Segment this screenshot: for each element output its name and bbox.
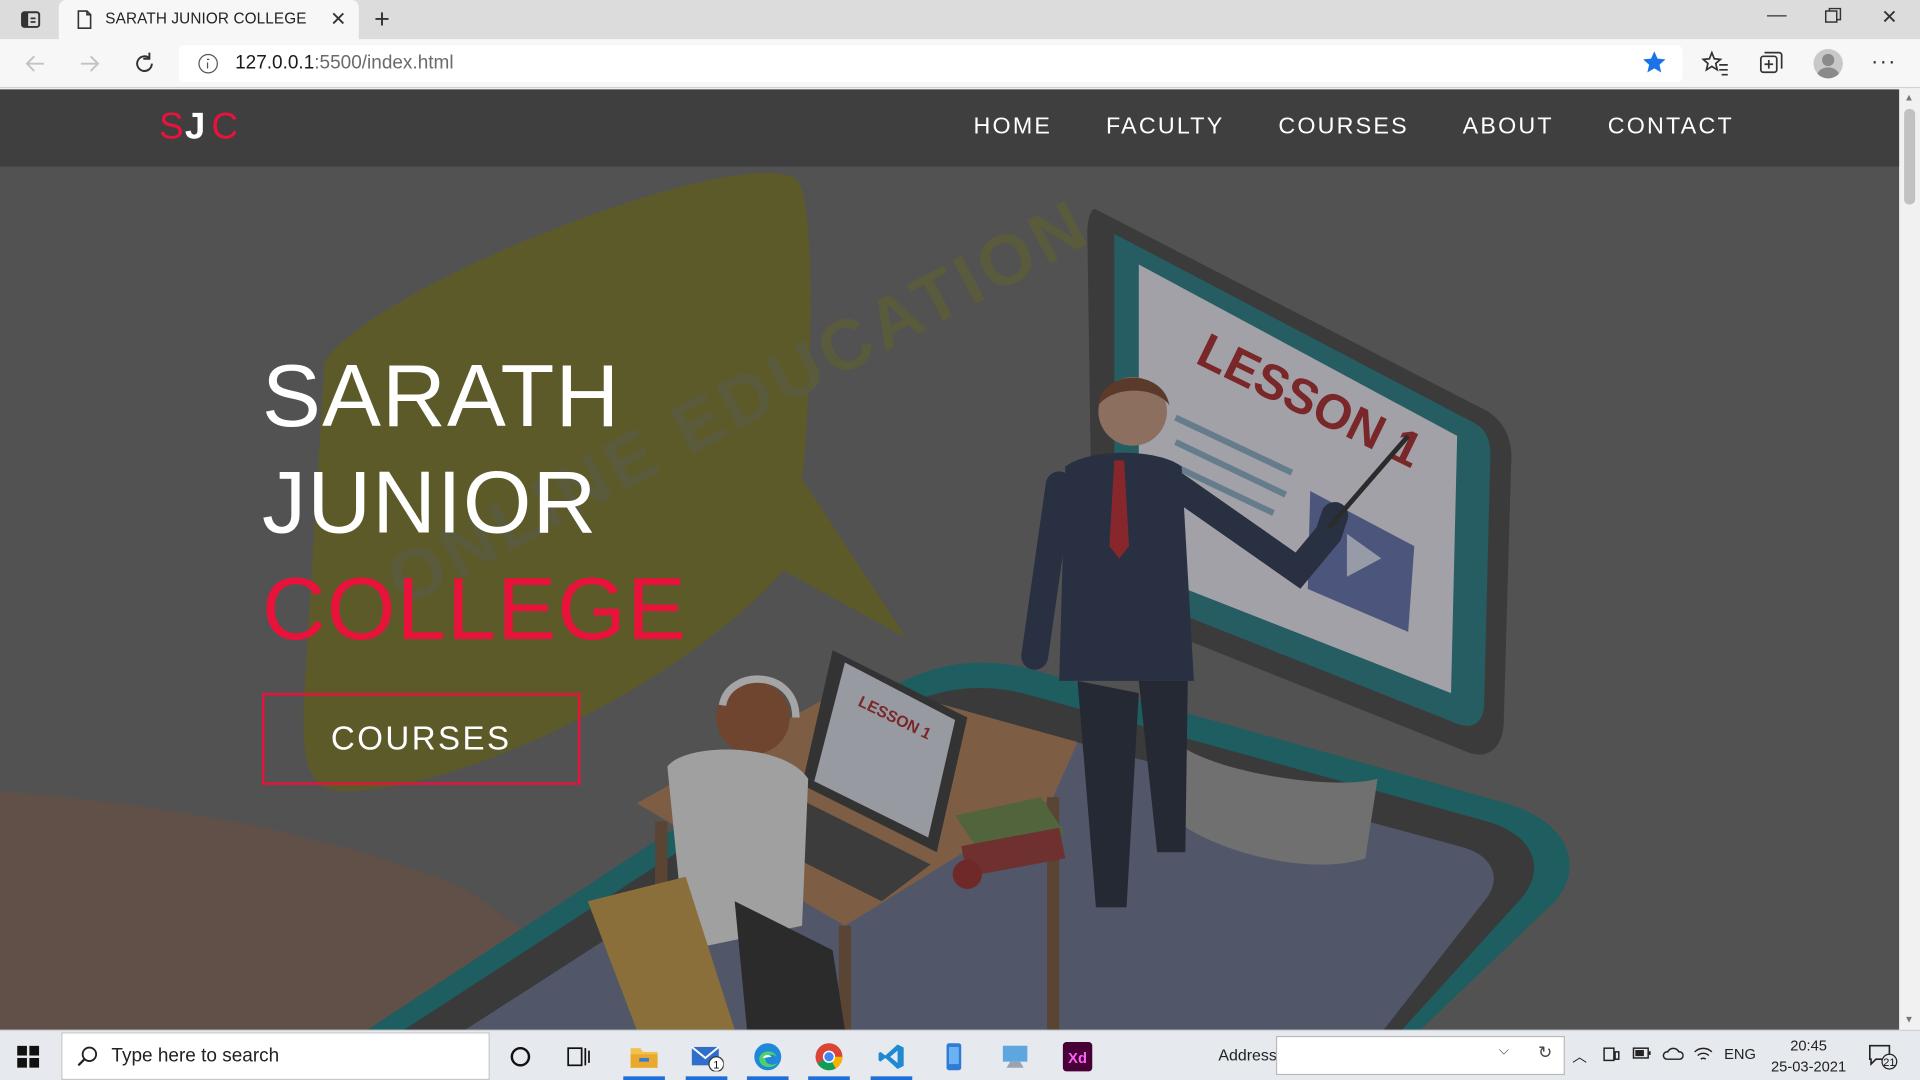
phone-icon[interactable] bbox=[926, 1032, 982, 1080]
site-logo[interactable]: SJ C bbox=[159, 107, 239, 149]
chrome-icon[interactable] bbox=[801, 1032, 857, 1080]
nav-about[interactable]: ABOUT bbox=[1463, 114, 1554, 141]
page-viewport: SJ C HOME FACULTY COURSES ABOUT CONTACT O… bbox=[0, 89, 1900, 1030]
browser-toolbar: 127.0.0.1:5500/index.html ··· bbox=[0, 39, 1920, 89]
document-icon bbox=[76, 10, 93, 36]
more-options-icon[interactable]: ··· bbox=[1871, 49, 1897, 75]
windows-start-icon[interactable] bbox=[17, 1045, 40, 1068]
wifi-icon[interactable] bbox=[1693, 1046, 1713, 1067]
profile-avatar-icon[interactable] bbox=[1813, 48, 1843, 79]
search-icon bbox=[77, 1046, 99, 1074]
svg-text:Xd: Xd bbox=[1068, 1050, 1087, 1066]
hero-title-line2: JUNIOR bbox=[262, 454, 598, 553]
site-info-icon[interactable] bbox=[198, 53, 218, 74]
show-hidden-icons-icon[interactable]: ︿ bbox=[1572, 1046, 1587, 1067]
scroll-up-icon[interactable]: ▲ bbox=[1904, 92, 1914, 103]
forward-icon[interactable] bbox=[76, 50, 103, 77]
remote-desktop-icon[interactable] bbox=[987, 1032, 1043, 1080]
nav-courses[interactable]: COURSES bbox=[1278, 114, 1408, 141]
restore-icon[interactable] bbox=[1805, 5, 1861, 31]
mail-icon[interactable]: 1 bbox=[678, 1032, 734, 1080]
nav-home[interactable]: HOME bbox=[974, 114, 1053, 141]
hero-title: SARATH JUNIOR COLLEGE bbox=[262, 344, 687, 664]
language-indicator[interactable]: ENG bbox=[1724, 1046, 1756, 1063]
refresh-address-icon[interactable]: ↻ bbox=[1538, 1042, 1552, 1063]
vscode-icon[interactable] bbox=[863, 1032, 919, 1080]
new-tab-icon[interactable]: + bbox=[367, 4, 396, 36]
minimize-icon[interactable]: — bbox=[1749, 5, 1805, 27]
file-explorer-icon[interactable] bbox=[616, 1032, 672, 1080]
scroll-down-icon[interactable]: ▼ bbox=[1904, 1014, 1914, 1025]
favorites-icon[interactable] bbox=[1701, 49, 1730, 78]
close-tab-icon[interactable]: ✕ bbox=[330, 7, 346, 31]
hero-title-line3: COLLEGE bbox=[262, 560, 688, 659]
tab-title: SARATH JUNIOR COLLEGE bbox=[105, 9, 307, 27]
adobe-xd-icon[interactable]: Xd bbox=[1049, 1032, 1105, 1080]
site-menu: HOME FACULTY COURSES ABOUT CONTACT bbox=[974, 114, 1734, 141]
courses-button[interactable]: COURSES bbox=[262, 693, 581, 785]
address-toolbar-input[interactable] bbox=[1275, 1035, 1565, 1076]
task-view-icon[interactable] bbox=[551, 1032, 607, 1080]
page-scrollbar[interactable]: ▲ ▼ bbox=[1899, 89, 1920, 1030]
clock-time: 20:45 bbox=[1790, 1037, 1827, 1055]
back-icon[interactable] bbox=[22, 50, 49, 77]
address-bar[interactable]: 127.0.0.1:5500/index.html bbox=[178, 45, 1683, 83]
notification-badge: 21 bbox=[1883, 1057, 1895, 1069]
nav-contact[interactable]: CONTACT bbox=[1608, 114, 1734, 141]
edge-icon[interactable] bbox=[740, 1032, 796, 1080]
search-placeholder: Type here to search bbox=[111, 1045, 280, 1067]
system-clock[interactable]: 20:45 25-03-2021 bbox=[1768, 1036, 1849, 1078]
action-center-icon[interactable]: 21 bbox=[1869, 1043, 1898, 1070]
hero-title-line1: SARATH bbox=[262, 347, 621, 446]
scroll-thumb[interactable] bbox=[1904, 108, 1916, 205]
url-text: 127.0.0.1:5500/index.html bbox=[235, 52, 454, 74]
chevron-down-icon[interactable]: ⌵ bbox=[1499, 1043, 1509, 1059]
favorite-star-icon[interactable] bbox=[1641, 49, 1668, 82]
battery-icon[interactable] bbox=[1632, 1046, 1652, 1064]
clock-date: 25-03-2021 bbox=[1770, 1057, 1847, 1076]
address-toolbar-label: Address bbox=[1218, 1045, 1277, 1065]
refresh-icon[interactable] bbox=[131, 50, 158, 77]
nav-faculty[interactable]: FACULTY bbox=[1106, 114, 1224, 141]
close-window-icon[interactable]: ✕ bbox=[1861, 5, 1917, 29]
tab-actions-icon[interactable] bbox=[12, 7, 46, 34]
onedrive-icon[interactable] bbox=[1662, 1046, 1684, 1064]
tab-active[interactable]: SARATH JUNIOR COLLEGE ✕ bbox=[58, 0, 359, 40]
site-navbar: SJ C HOME FACULTY COURSES ABOUT CONTACT bbox=[0, 89, 1900, 167]
device-icon[interactable] bbox=[1603, 1046, 1620, 1067]
browser-tabstrip: SARATH JUNIOR COLLEGE ✕ + — ✕ bbox=[0, 0, 1920, 40]
hero-section: ONLINE EDUCATION LESSON 1 LESSON 1 SARAT… bbox=[0, 166, 1900, 1030]
taskbar-search[interactable]: Type here to search bbox=[61, 1032, 490, 1080]
collections-icon[interactable] bbox=[1756, 49, 1785, 78]
windows-taskbar: Type here to search 1 Xd Address ⌵ ↻ ︿ E… bbox=[0, 1029, 1920, 1080]
cortana-icon[interactable] bbox=[492, 1032, 548, 1080]
mail-badge: 1 bbox=[713, 1059, 719, 1071]
